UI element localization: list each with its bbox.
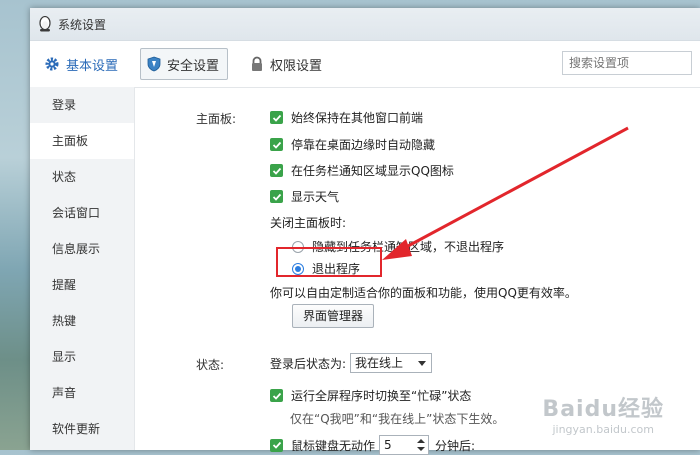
main-panel-section-label: 主面板:	[196, 112, 237, 126]
checkbox-checked-icon[interactable]	[270, 389, 283, 402]
settings-toolbar: 基本设置 安全设置 权限设置	[30, 41, 700, 88]
tab-permission-settings[interactable]: 权限设置	[250, 49, 322, 79]
option-label: 停靠在桌面边缘时自动隐藏	[291, 138, 436, 152]
settings-window: 系统设置 基本设置 安全设置 权限设置 搜索设置项 登录 主面板 状态 会话窗口…	[30, 8, 700, 455]
shield-icon	[147, 56, 161, 72]
window-title: 系统设置	[58, 17, 107, 32]
watermark-brand: Baidu经验	[542, 397, 664, 422]
sidebar-item-main-panel[interactable]: 主面板	[30, 123, 134, 159]
sidebar-item-chat-window[interactable]: 会话窗口	[30, 195, 134, 231]
sidebar-item-reminders[interactable]: 提醒	[30, 267, 134, 303]
option-always-on-top[interactable]: 始终保持在其他窗口前端	[270, 109, 423, 126]
after-login-status-row: 登录后状态为: 我在线上	[270, 353, 433, 373]
idle-suffix-label: 分钟后:	[435, 438, 476, 453]
login-status-select[interactable]: 我在线上	[350, 353, 433, 373]
checkbox-checked-icon[interactable]	[270, 190, 283, 203]
sidebar-item-display[interactable]: 显示	[30, 339, 134, 375]
option-label: 运行全屏程序时切换至“忙碌”状态	[291, 389, 472, 403]
sidebar-item-software-update[interactable]: 软件更新	[30, 411, 134, 447]
option-label: 显示天气	[291, 190, 340, 204]
ui-manager-button[interactable]: 界面管理器	[292, 304, 375, 328]
tab-label: 基本设置	[66, 58, 119, 74]
tab-label: 安全设置	[167, 58, 220, 74]
fullscreen-hint: 仅在“Q我吧”和“我在线上”状态下生效。	[290, 412, 505, 426]
stepper-down-icon[interactable]	[417, 447, 426, 451]
option-label: 始终保持在其他窗口前端	[291, 111, 424, 125]
sidebar-item-sound[interactable]: 声音	[30, 375, 134, 411]
qq-penguin-icon	[38, 16, 52, 32]
login-status-value: 我在线上	[355, 356, 404, 370]
gear-icon	[44, 56, 60, 72]
option-label: 鼠标键盘无动作	[291, 438, 376, 453]
settings-search-input[interactable]	[562, 51, 692, 75]
sidebar-item-login[interactable]: 登录	[30, 87, 134, 123]
status-section-label: 状态:	[196, 358, 225, 372]
idle-minutes-stepper[interactable]: 5	[379, 435, 430, 455]
checkbox-checked-icon[interactable]	[270, 138, 283, 151]
lock-icon	[250, 56, 264, 72]
option-show-weather[interactable]: 显示天气	[270, 188, 339, 205]
option-fullscreen-busy[interactable]: 运行全屏程序时切换至“忙碌”状态	[270, 387, 471, 404]
option-idle-timeout[interactable]: 鼠标键盘无动作 5 分钟后:	[270, 435, 475, 455]
watermark-url: jingyan.baidu.com	[552, 423, 654, 436]
chevron-down-icon	[418, 361, 427, 366]
stepper-up-icon[interactable]	[417, 439, 426, 443]
tab-basic-settings[interactable]: 基本设置	[44, 49, 118, 79]
close-main-panel-label: 关闭主面板时:	[270, 216, 347, 230]
settings-sidebar: 登录 主面板 状态 会话窗口 信息展示 提醒 热键 显示 声音 软件更新	[30, 87, 135, 450]
option-label: 在任务栏通知区域显示QQ图标	[291, 164, 454, 178]
sidebar-item-status[interactable]: 状态	[30, 159, 134, 195]
tab-label: 权限设置	[270, 58, 323, 74]
checkbox-checked-icon[interactable]	[270, 111, 283, 124]
tab-security-settings[interactable]: 安全设置	[140, 48, 229, 80]
sidebar-item-hotkeys[interactable]: 热键	[30, 303, 134, 339]
sidebar-item-info-display[interactable]: 信息展示	[30, 231, 134, 267]
title-bar: 系统设置	[30, 8, 700, 41]
customize-hint: 你可以自由定制适合你的面板和功能，使用QQ更有效率。	[270, 286, 577, 300]
baidu-watermark: Baidu经验 jingyan.baidu.com	[542, 391, 664, 436]
checkbox-checked-icon[interactable]	[270, 164, 283, 177]
after-login-label: 登录后状态为:	[270, 356, 347, 371]
option-auto-hide-edge[interactable]: 停靠在桌面边缘时自动隐藏	[270, 136, 435, 153]
option-show-tray-icon[interactable]: 在任务栏通知区域显示QQ图标	[270, 162, 454, 179]
annotation-highlight-box	[276, 247, 382, 277]
